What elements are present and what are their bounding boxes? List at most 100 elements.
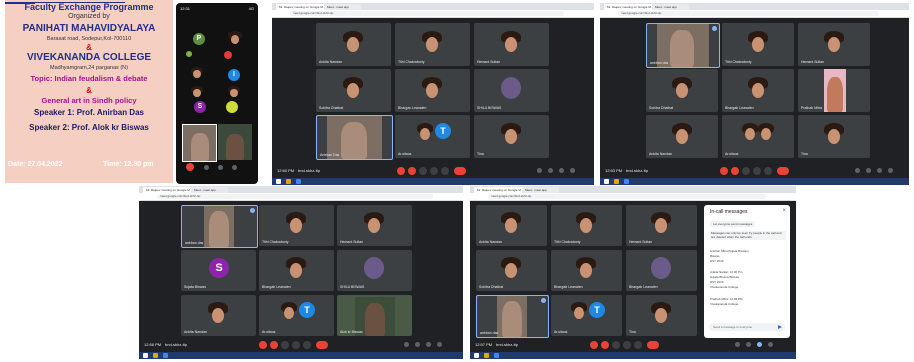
caption-icon[interactable] [742, 167, 750, 175]
participant-tile[interactable]: Prathab Mitra [798, 69, 870, 112]
chat-icon[interactable] [757, 342, 762, 347]
mic-icon[interactable] [397, 167, 405, 175]
participant-tile[interactable]: Alok kr Biswas [337, 295, 412, 336]
participant-tile[interactable]: Hemant Sultan [337, 205, 412, 246]
end-call-icon[interactable] [647, 341, 659, 349]
people-icon[interactable] [415, 342, 420, 347]
folder-icon[interactable] [614, 179, 619, 184]
windows-icon[interactable] [474, 353, 479, 358]
caption-icon[interactable] [281, 341, 289, 349]
people-icon[interactable] [746, 342, 751, 347]
caption-icon[interactable] [419, 167, 427, 175]
chat-toggle[interactable]: Let everyone send messages [710, 221, 756, 227]
participant-tile[interactable]: Bhargab Leanalen [259, 250, 334, 291]
participant-tile[interactable]: Bhargab Leanalen [722, 69, 794, 112]
chrome-icon[interactable] [296, 179, 301, 184]
url-input[interactable]: meet.google.com/bnd-skhz-ttp [290, 11, 564, 16]
present-icon[interactable] [430, 167, 438, 175]
camera-icon[interactable] [408, 167, 416, 175]
mic-icon[interactable] [204, 165, 209, 170]
participant-tile[interactable]: T Ar.sitaus [551, 295, 622, 336]
more-icon[interactable] [634, 341, 642, 349]
windows-icon[interactable] [276, 179, 281, 184]
info-icon[interactable] [735, 342, 740, 347]
participant-tile[interactable]: Bhargab Leanalen [626, 250, 697, 291]
chat-input[interactable]: Send a message to everyone [709, 323, 785, 331]
send-icon[interactable] [778, 325, 782, 329]
activities-icon[interactable] [570, 168, 575, 173]
windows-icon[interactable] [604, 179, 609, 184]
end-call-icon[interactable] [777, 167, 789, 175]
participant-tile[interactable]: Ankita Nandan [476, 205, 547, 246]
camera-icon[interactable] [270, 341, 278, 349]
participant-tile[interactable]: Ar.sitaus [722, 115, 794, 158]
folder-icon[interactable] [484, 353, 489, 358]
participant-tile[interactable]: Sohitra Dhaibat [316, 69, 391, 112]
url-input[interactable]: meet.google.com/bnd-skhz-ttp [157, 194, 433, 199]
participant-tile[interactable]: Tithi Chakraborty [259, 205, 334, 246]
participant-tile[interactable]: Hemant Sultan [798, 23, 870, 66]
participant-tile[interactable]: Hemant Sultan [626, 205, 697, 246]
participant-tile[interactable]: Bhargab Leanalen [551, 250, 622, 291]
url-input[interactable]: meet.google.com/bnd-skhz-ttp [488, 194, 766, 199]
close-icon[interactable]: × [782, 208, 786, 214]
participant-tile[interactable]: SHILA BISWAS [337, 250, 412, 291]
present-icon[interactable] [292, 341, 300, 349]
chrome-icon[interactable] [624, 179, 629, 184]
end-call-icon[interactable] [454, 167, 466, 175]
participant-tile[interactable]: Ankita Nandan [181, 295, 256, 336]
more-icon[interactable] [232, 165, 237, 170]
chrome-icon[interactable] [494, 353, 499, 358]
participant-tile[interactable]: SHILA BISWAS [474, 69, 549, 112]
participant-tile[interactable]: Anirban Das [316, 115, 393, 160]
info-icon[interactable] [537, 168, 542, 173]
activities-icon[interactable] [768, 342, 773, 347]
participant-tile[interactable]: Hemant Sultan [474, 23, 549, 66]
participant-tile[interactable]: S Sujata Biswas [181, 250, 256, 291]
mic-icon[interactable] [590, 341, 598, 349]
mic-icon[interactable] [259, 341, 267, 349]
participant-tile[interactable]: T Ar.sitaus [395, 115, 470, 158]
participant-tile[interactable]: Ankita Nandan [316, 23, 391, 66]
folder-icon[interactable] [286, 179, 291, 184]
camera-icon[interactable] [731, 167, 739, 175]
participant-tile[interactable]: Bhargav Leanalen [395, 69, 470, 112]
mic-icon[interactable] [720, 167, 728, 175]
chat-icon[interactable] [426, 342, 431, 347]
chat-icon[interactable] [877, 168, 882, 173]
participant-tile[interactable]: Tithi Chakraborty [395, 23, 470, 66]
participant-tile[interactable]: anirban das [181, 205, 258, 248]
camera-icon[interactable] [218, 165, 223, 170]
present-icon[interactable] [753, 167, 761, 175]
chat-icon[interactable] [559, 168, 564, 173]
participant-tile[interactable]: anirban das [476, 295, 549, 338]
windows-icon[interactable] [143, 353, 148, 358]
participant-tile[interactable]: Tina [798, 115, 870, 158]
participant-tile[interactable]: Tithi Chakraborty [722, 23, 794, 66]
camera-icon[interactable] [601, 341, 609, 349]
more-icon[interactable] [441, 167, 449, 175]
participant-tile[interactable]: Sohitra Dhaibat [476, 250, 547, 291]
more-icon[interactable] [303, 341, 311, 349]
participant-tile[interactable]: Ankita Nandan [646, 115, 718, 158]
more-icon[interactable] [764, 167, 772, 175]
chrome-icon[interactable] [163, 353, 168, 358]
caption-icon[interactable] [612, 341, 620, 349]
activities-icon[interactable] [437, 342, 442, 347]
info-icon[interactable] [404, 342, 409, 347]
info-icon[interactable] [855, 168, 860, 173]
participant-tile[interactable]: anirban das [646, 23, 720, 68]
present-icon[interactable] [623, 341, 631, 349]
people-icon[interactable] [866, 168, 871, 173]
end-call-icon[interactable] [186, 163, 194, 171]
url-input[interactable]: meet.google.com/bnd-skhz-ttp [618, 11, 879, 16]
participant-tile[interactable]: Tina [474, 115, 549, 158]
folder-icon[interactable] [153, 353, 158, 358]
participant-tile[interactable]: T Ar.sitaus [259, 295, 334, 336]
participant-tile[interactable]: Sohitra Dhaibat [646, 69, 718, 112]
people-icon[interactable] [548, 168, 553, 173]
activities-icon[interactable] [888, 168, 893, 173]
participant-tile[interactable]: Tina [626, 295, 697, 336]
participant-tile[interactable]: Tithi Chakraborty [551, 205, 622, 246]
end-call-icon[interactable] [316, 341, 328, 349]
